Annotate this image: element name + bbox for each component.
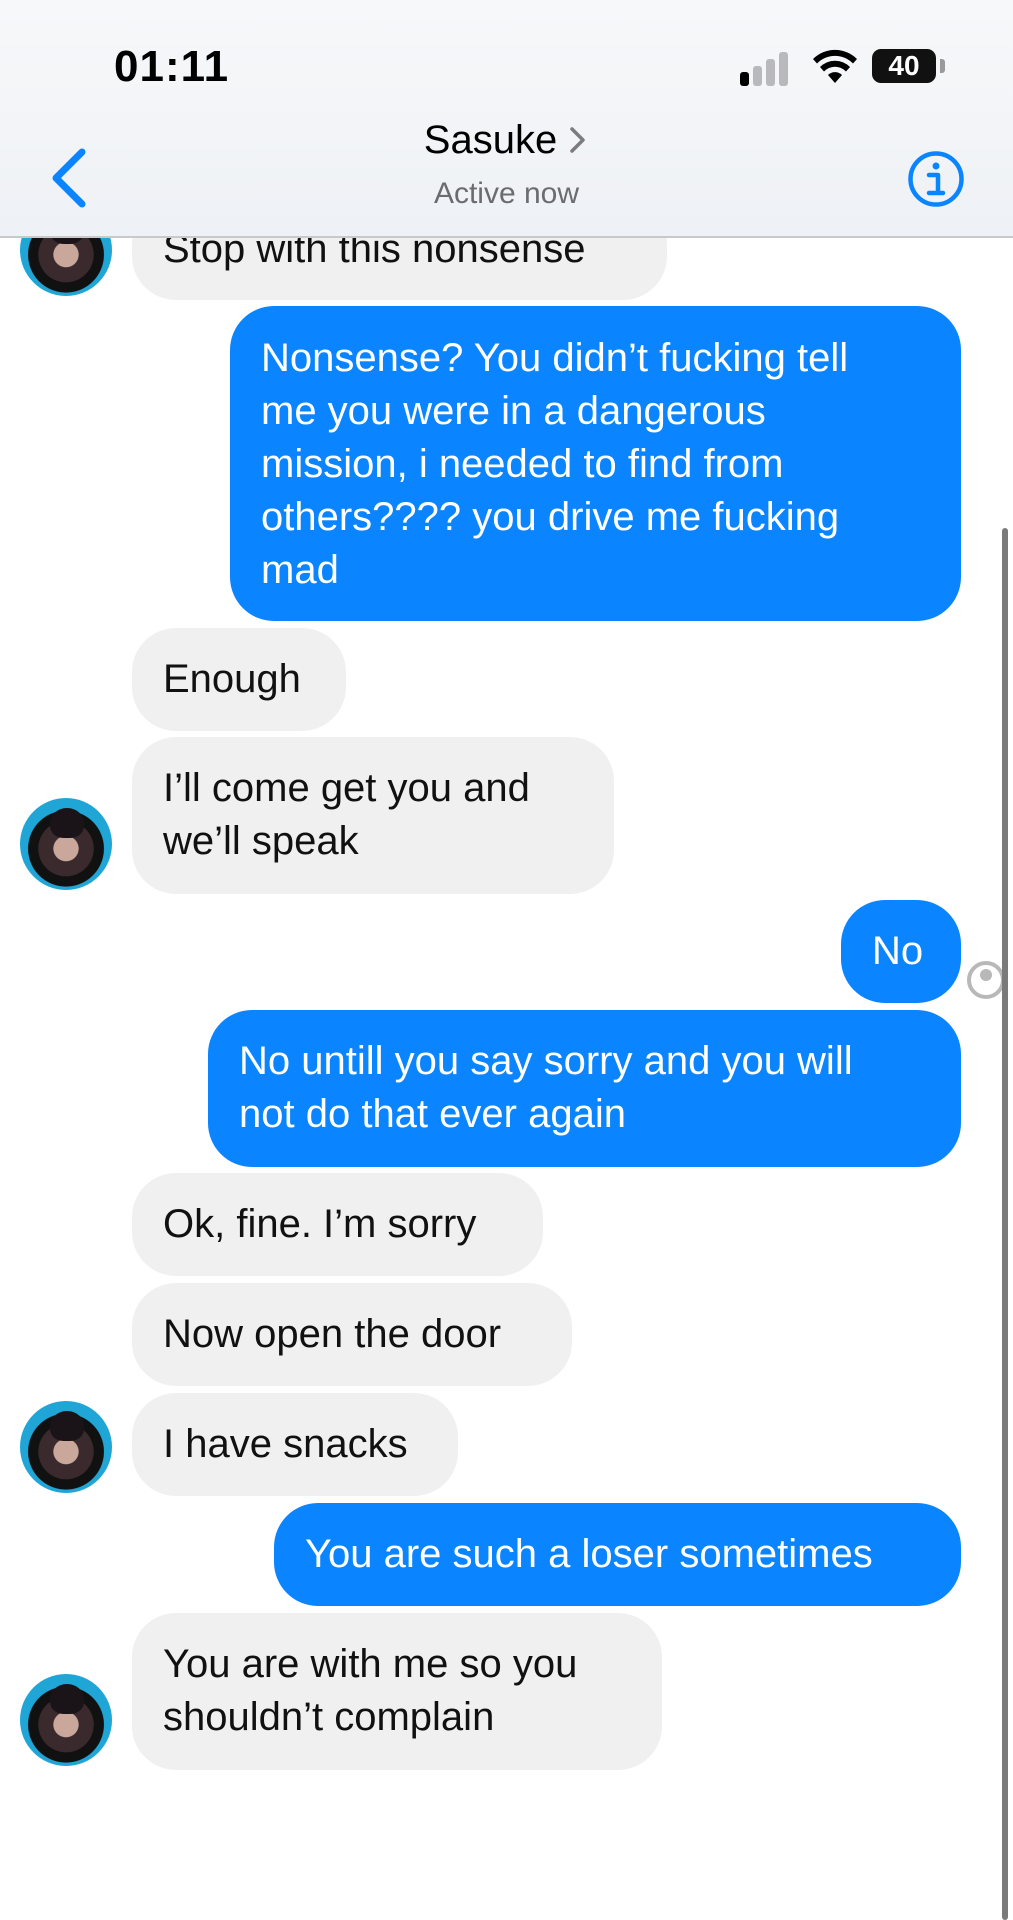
chevron-right-icon[interactable] (567, 125, 589, 155)
message-list[interactable]: Stop with this nonsense Nonsense? You di… (0, 0, 1013, 1920)
battery-icon: 40 (872, 49, 936, 83)
message-bubble-incoming[interactable]: Ok, fine. I’m sorry (132, 1173, 543, 1276)
message-bubble-outgoing[interactable]: No (841, 900, 961, 1003)
message-bubble-incoming[interactable]: I’ll come get you and we’ll speak (132, 737, 614, 894)
cellular-signal-icon (740, 50, 792, 86)
info-icon[interactable] (907, 150, 965, 208)
contact-avatar[interactable] (20, 798, 112, 890)
message-bubble-incoming[interactable]: Enough (132, 628, 346, 731)
contact-title[interactable]: Sasuke Active now (0, 118, 1013, 211)
message-bubble-outgoing[interactable]: No untill you say sorry and you will not… (208, 1010, 961, 1167)
contact-avatar[interactable] (20, 1674, 112, 1766)
battery-tip (940, 59, 945, 73)
message-bubble-outgoing[interactable]: You are such a loser sometimes (274, 1503, 961, 1606)
scrollbar[interactable] (1002, 528, 1008, 1920)
message-bubble-outgoing[interactable]: Nonsense? You didn’t fucking tell me you… (230, 306, 961, 621)
message-bubble-incoming[interactable]: I have snacks (132, 1393, 458, 1496)
contact-status: Active now (433, 177, 580, 210)
status-time: 01:11 (114, 42, 230, 91)
message-bubble-incoming[interactable]: Now open the door (132, 1283, 572, 1386)
message-bubble-incoming[interactable]: You are with me so you shouldn’t complai… (132, 1613, 662, 1770)
contact-name[interactable]: Sasuke (424, 118, 557, 163)
contact-avatar[interactable] (20, 1401, 112, 1493)
read-receipt-avatar-icon (967, 961, 1005, 999)
chat-header: 01:11 40 Sasuke Active now (0, 0, 1013, 238)
wifi-icon (813, 49, 857, 83)
